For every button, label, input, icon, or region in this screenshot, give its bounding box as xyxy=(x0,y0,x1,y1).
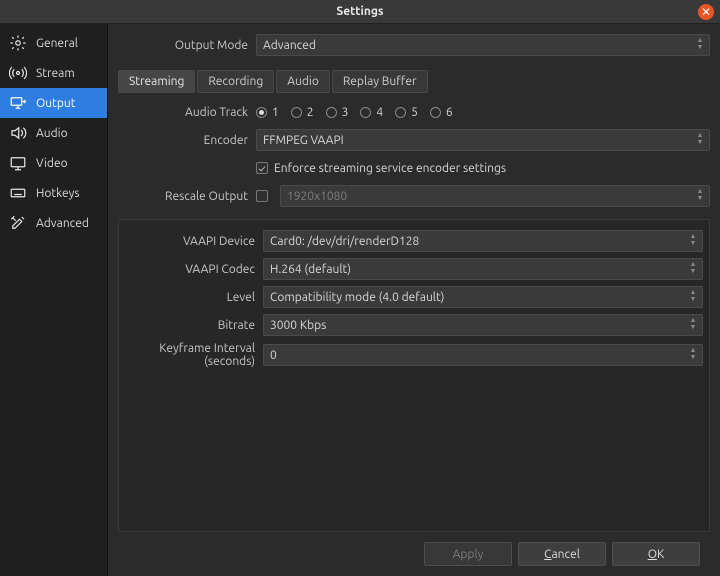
chevron-updown-icon: ▲▼ xyxy=(687,261,699,277)
encoder-select[interactable]: FFMPEG VAAPI ▲▼ xyxy=(256,129,710,151)
monitor-arrow-icon xyxy=(8,93,28,113)
audio-track-1[interactable]: 1 xyxy=(256,106,279,119)
vaapi-codec-value: H.264 (default) xyxy=(270,263,351,276)
ok-button[interactable]: OK xyxy=(612,542,700,566)
audio-track-5[interactable]: 5 xyxy=(395,106,418,119)
sidebar-item-stream[interactable]: Stream xyxy=(0,58,107,88)
window-title: Settings xyxy=(336,5,383,18)
spinner-icon: ▲▼ xyxy=(687,347,699,363)
bitrate-input[interactable]: 3000 Kbps ▲▼ xyxy=(263,314,703,336)
apply-button: Apply xyxy=(424,542,512,566)
chevron-updown-icon: ▲▼ xyxy=(694,188,706,204)
chevron-updown-icon: ▲▼ xyxy=(694,37,706,53)
rescale-checkbox[interactable] xyxy=(256,190,268,202)
rescale-label: Rescale Output xyxy=(118,190,256,203)
sidebar-item-label: Output xyxy=(36,97,75,110)
speaker-icon xyxy=(8,123,28,143)
encoder-settings-panel: VAAPI Device Card0: /dev/dri/renderD128 … xyxy=(118,219,710,532)
sidebar-item-label: Video xyxy=(36,157,68,170)
gear-icon xyxy=(8,33,28,53)
keyframe-value: 0 xyxy=(270,349,277,362)
keyframe-label: Keyframe Interval (seconds) xyxy=(125,342,263,368)
sidebar-item-general[interactable]: General xyxy=(0,28,107,58)
audio-track-label: Audio Track xyxy=(118,106,256,119)
close-icon: ✕ xyxy=(701,5,711,19)
keyframe-input[interactable]: 0 ▲▼ xyxy=(263,344,703,366)
rescale-select[interactable]: 1920x1080 ▲▼ xyxy=(280,185,710,207)
cancel-button[interactable]: Cancel xyxy=(518,542,606,566)
sidebar-item-hotkeys[interactable]: Hotkeys xyxy=(0,178,107,208)
rescale-value: 1920x1080 xyxy=(287,190,347,203)
chevron-updown-icon: ▲▼ xyxy=(687,289,699,305)
main-panel: Output Mode Advanced ▲▼ Streaming Record… xyxy=(108,24,720,576)
vaapi-codec-label: VAAPI Codec xyxy=(125,263,263,276)
chevron-updown-icon: ▲▼ xyxy=(694,132,706,148)
broadcast-icon xyxy=(8,63,28,83)
spinner-icon: ▲▼ xyxy=(687,317,699,333)
tab-recording[interactable]: Recording xyxy=(197,70,274,93)
output-tabs: Streaming Recording Audio Replay Buffer xyxy=(118,70,710,93)
radio-icon xyxy=(326,107,337,118)
sidebar-item-video[interactable]: Video xyxy=(0,148,107,178)
tab-replay-buffer[interactable]: Replay Buffer xyxy=(332,70,428,93)
close-button[interactable]: ✕ xyxy=(698,4,714,20)
sidebar-item-label: Audio xyxy=(36,127,68,140)
encoder-value: FFMPEG VAAPI xyxy=(263,134,344,147)
sidebar-item-label: Advanced xyxy=(36,217,89,230)
output-mode-label: Output Mode xyxy=(118,39,256,52)
bitrate-label: Bitrate xyxy=(125,319,263,332)
tab-streaming[interactable]: Streaming xyxy=(118,70,195,93)
audio-track-3[interactable]: 3 xyxy=(326,106,349,119)
sidebar-item-label: General xyxy=(36,37,78,50)
audio-track-4[interactable]: 4 xyxy=(360,106,383,119)
sidebar: General Stream Output Audio Video Hotkey… xyxy=(0,24,108,576)
encoder-label: Encoder xyxy=(118,134,256,147)
vaapi-device-label: VAAPI Device xyxy=(125,235,263,248)
enforce-checkbox[interactable] xyxy=(256,162,268,174)
monitor-icon xyxy=(8,153,28,173)
radio-icon xyxy=(256,107,267,118)
sidebar-item-audio[interactable]: Audio xyxy=(0,118,107,148)
radio-icon xyxy=(430,107,441,118)
chevron-updown-icon: ▲▼ xyxy=(687,233,699,249)
tools-icon xyxy=(8,213,28,233)
radio-icon xyxy=(291,107,302,118)
tab-audio[interactable]: Audio xyxy=(276,70,330,93)
sidebar-item-label: Stream xyxy=(36,67,75,80)
level-value: Compatibility mode (4.0 default) xyxy=(270,291,444,304)
output-mode-value: Advanced xyxy=(263,39,316,52)
bitrate-value: 3000 Kbps xyxy=(270,319,326,332)
level-label: Level xyxy=(125,291,263,304)
titlebar: Settings ✕ xyxy=(0,0,720,24)
dialog-buttons: Apply Cancel OK xyxy=(118,532,710,576)
audio-track-group: 1 2 3 4 5 6 xyxy=(256,106,710,119)
level-select[interactable]: Compatibility mode (4.0 default) ▲▼ xyxy=(263,286,703,308)
vaapi-codec-select[interactable]: H.264 (default) ▲▼ xyxy=(263,258,703,280)
vaapi-device-select[interactable]: Card0: /dev/dri/renderD128 ▲▼ xyxy=(263,230,703,252)
sidebar-item-advanced[interactable]: Advanced xyxy=(0,208,107,238)
sidebar-item-label: Hotkeys xyxy=(36,187,80,200)
audio-track-2[interactable]: 2 xyxy=(291,106,314,119)
sidebar-item-output[interactable]: Output xyxy=(0,88,107,118)
vaapi-device-value: Card0: /dev/dri/renderD128 xyxy=(270,235,419,248)
radio-icon xyxy=(395,107,406,118)
radio-icon xyxy=(360,107,371,118)
audio-track-6[interactable]: 6 xyxy=(430,106,453,119)
enforce-label: Enforce streaming service encoder settin… xyxy=(274,162,506,175)
output-mode-select[interactable]: Advanced ▲▼ xyxy=(256,34,710,56)
keyboard-icon xyxy=(8,183,28,203)
